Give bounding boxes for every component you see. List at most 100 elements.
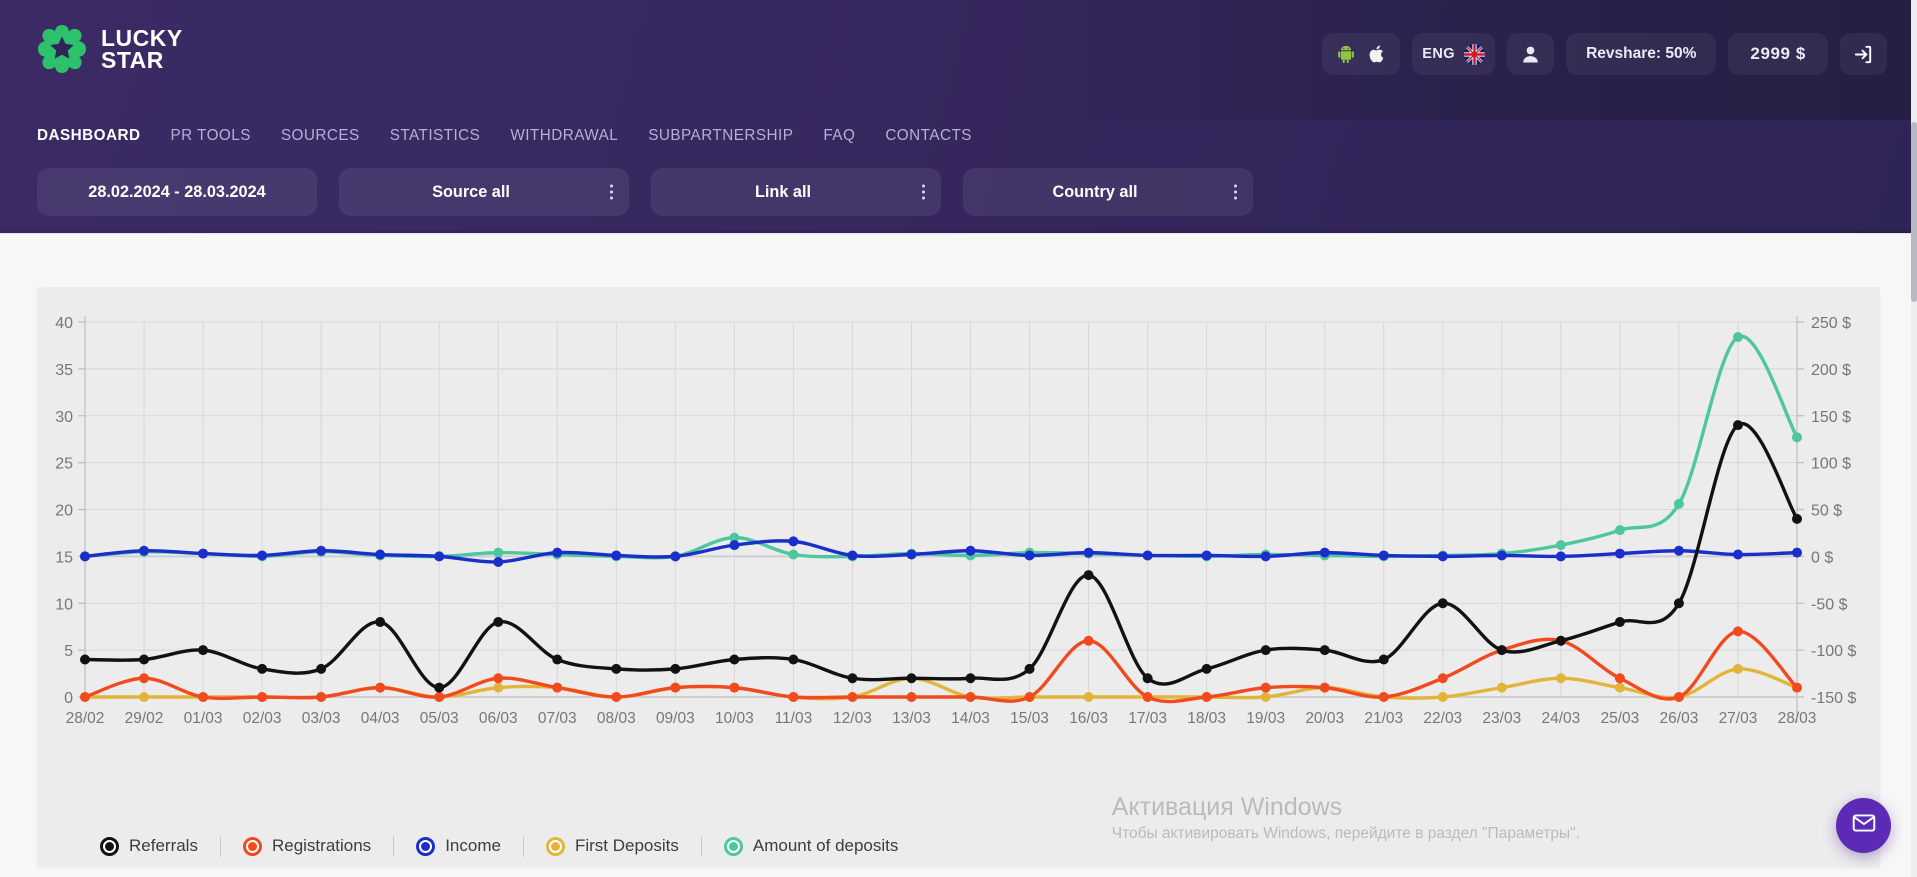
link-filter-menu-icon[interactable]: [922, 184, 925, 200]
svg-text:250 $: 250 $: [1811, 315, 1851, 332]
main-content: 0 5 10 15 20 25 30 35 40 -150 $ -100 $ -50 $ 0 $ 50 $…: [0, 233, 1917, 877]
svg-text:5: 5: [64, 643, 73, 660]
svg-text:08/03: 08/03: [597, 710, 636, 727]
nav-item-contacts[interactable]: CONTACTS: [885, 127, 972, 145]
svg-text:04/03: 04/03: [361, 710, 400, 727]
header-actions: ENG Revshare: 50% 2999 $: [1322, 33, 1887, 75]
legend-item-income[interactable]: Income: [394, 836, 523, 856]
date-range-picker[interactable]: 28.02.2024 - 28.03.2024: [37, 168, 317, 216]
brand-wordmark: LUCKY STAR: [101, 24, 183, 73]
chat-support-button[interactable]: [1836, 798, 1891, 853]
watermark-subtitle: Чтобы активировать Windows, перейдите в …: [1111, 825, 1580, 843]
legend-item-first-deposits[interactable]: First Deposits: [524, 836, 701, 856]
statistics-chart-card: 0 5 10 15 20 25 30 35 40 -150 $ -100 $ -50 $ 0 $ 50 $…: [37, 287, 1880, 867]
source-filter-menu-icon[interactable]: [610, 184, 613, 200]
uk-flag-icon: [1463, 43, 1485, 65]
svg-text:11/03: 11/03: [775, 710, 813, 727]
svg-text:-150 $: -150 $: [1811, 690, 1856, 707]
page-scrollbar-thumb[interactable]: [1911, 122, 1917, 302]
nav-item-subpartnership[interactable]: SUBPARTNERSHIP: [648, 127, 793, 145]
header-bottom-edge: [0, 230, 1917, 234]
svg-text:40: 40: [55, 315, 73, 332]
svg-text:06/03: 06/03: [479, 710, 518, 727]
nav-item-pr-tools[interactable]: PR TOOLS: [170, 127, 250, 145]
nav-item-sources[interactable]: SOURCES: [281, 127, 360, 145]
logout-button[interactable]: [1840, 33, 1887, 75]
svg-text:20: 20: [55, 503, 73, 520]
dashboard-page: LUCKY STAR ENG Revshare: 50% 2999 $ DASH…: [0, 0, 1917, 877]
revshare-badge: Revshare: 50%: [1566, 33, 1717, 75]
svg-text:02/03: 02/03: [243, 710, 282, 727]
country-filter-value: Country all: [1052, 182, 1138, 201]
balance-display[interactable]: 2999 $: [1728, 33, 1828, 75]
filter-bar: 28.02.2024 - 28.03.2024 Source all Link …: [37, 168, 1253, 216]
svg-text:25/03: 25/03: [1600, 710, 1639, 727]
svg-text:10: 10: [55, 596, 73, 613]
svg-text:35: 35: [55, 362, 73, 379]
svg-text:0 $: 0 $: [1811, 549, 1833, 566]
source-filter[interactable]: Source all: [339, 168, 629, 216]
language-selector[interactable]: ENG: [1412, 33, 1496, 75]
svg-text:01/03: 01/03: [184, 710, 223, 727]
svg-text:200 $: 200 $: [1811, 362, 1851, 379]
svg-text:29/02: 29/02: [125, 710, 164, 727]
legend-item-registrations[interactable]: Registrations: [221, 836, 393, 856]
app-download-pill[interactable]: [1322, 33, 1401, 75]
legend-label: Referrals: [129, 836, 198, 855]
link-filter[interactable]: Link all: [651, 168, 941, 216]
svg-text:24/03: 24/03: [1541, 710, 1580, 727]
legend-item-amount-of-deposits[interactable]: Amount of deposits: [702, 836, 921, 856]
user-avatar-icon: [1520, 43, 1541, 66]
svg-text:-100 $: -100 $: [1811, 643, 1856, 660]
link-filter-value: Link all: [754, 182, 812, 201]
svg-text:21/03: 21/03: [1364, 710, 1403, 727]
balance-amount: 2999 $: [1750, 44, 1806, 63]
svg-text:0: 0: [64, 690, 73, 707]
svg-text:15: 15: [55, 549, 73, 566]
source-filter-value: Source all: [432, 182, 510, 201]
svg-text:05/03: 05/03: [420, 710, 459, 727]
nav-item-statistics[interactable]: STATISTICS: [390, 127, 481, 145]
country-filter-menu-icon[interactable]: [1234, 184, 1237, 200]
legend-label: First Deposits: [574, 836, 679, 855]
user-profile-button[interactable]: [1507, 33, 1555, 75]
apple-icon[interactable]: [1366, 43, 1388, 65]
legend-marker-icon: [416, 836, 436, 856]
nav-item-withdrawal[interactable]: WITHDRAWAL: [510, 127, 618, 145]
svg-text:18/03: 18/03: [1187, 710, 1226, 727]
svg-text:22/03: 22/03: [1423, 710, 1462, 727]
main-navigation: DASHBOARD PR TOOLS SOURCES STATISTICS WI…: [37, 127, 1002, 145]
svg-text:150 $: 150 $: [1811, 409, 1851, 426]
svg-text:26/03: 26/03: [1660, 710, 1699, 727]
legend-item-referrals[interactable]: Referrals: [75, 836, 220, 856]
svg-text:100 $: 100 $: [1811, 456, 1851, 473]
legend-marker-icon: [100, 836, 119, 856]
revshare-label: Revshare: 50%: [1586, 45, 1697, 62]
legend-marker-icon: [242, 836, 262, 856]
brand-line-1: LUCKY: [101, 24, 183, 51]
svg-text:09/03: 09/03: [656, 710, 695, 727]
svg-text:27/03: 27/03: [1719, 710, 1758, 727]
legend-label: Registrations: [271, 836, 372, 855]
svg-text:15/03: 15/03: [1010, 710, 1049, 727]
nav-item-faq[interactable]: FAQ: [823, 127, 855, 145]
svg-text:10/03: 10/03: [715, 710, 754, 727]
svg-text:12/03: 12/03: [833, 710, 872, 727]
svg-text:17/03: 17/03: [1128, 710, 1167, 727]
app-header: LUCKY STAR ENG Revshare: 50% 2999 $ DASH…: [0, 0, 1917, 233]
svg-text:30: 30: [55, 409, 73, 426]
svg-text:07/03: 07/03: [538, 710, 577, 727]
svg-text:14/03: 14/03: [951, 710, 990, 727]
svg-text:20/03: 20/03: [1305, 710, 1344, 727]
brand-line-2: STAR: [101, 47, 164, 73]
svg-text:25: 25: [55, 456, 73, 473]
statistics-line-chart[interactable]: 0 5 10 15 20 25 30 35 40 -150 $ -100 $ -50 $ 0 $ 50 $…: [37, 287, 1880, 827]
android-icon[interactable]: [1335, 43, 1357, 65]
logout-icon: [1852, 43, 1875, 66]
brand-logo[interactable]: LUCKY STAR: [36, 23, 183, 75]
legend-label: Income: [445, 836, 501, 855]
envelope-icon: [1851, 810, 1877, 841]
nav-item-dashboard[interactable]: DASHBOARD: [37, 127, 140, 145]
country-filter[interactable]: Country all: [963, 168, 1253, 216]
svg-text:19/03: 19/03: [1246, 710, 1285, 727]
